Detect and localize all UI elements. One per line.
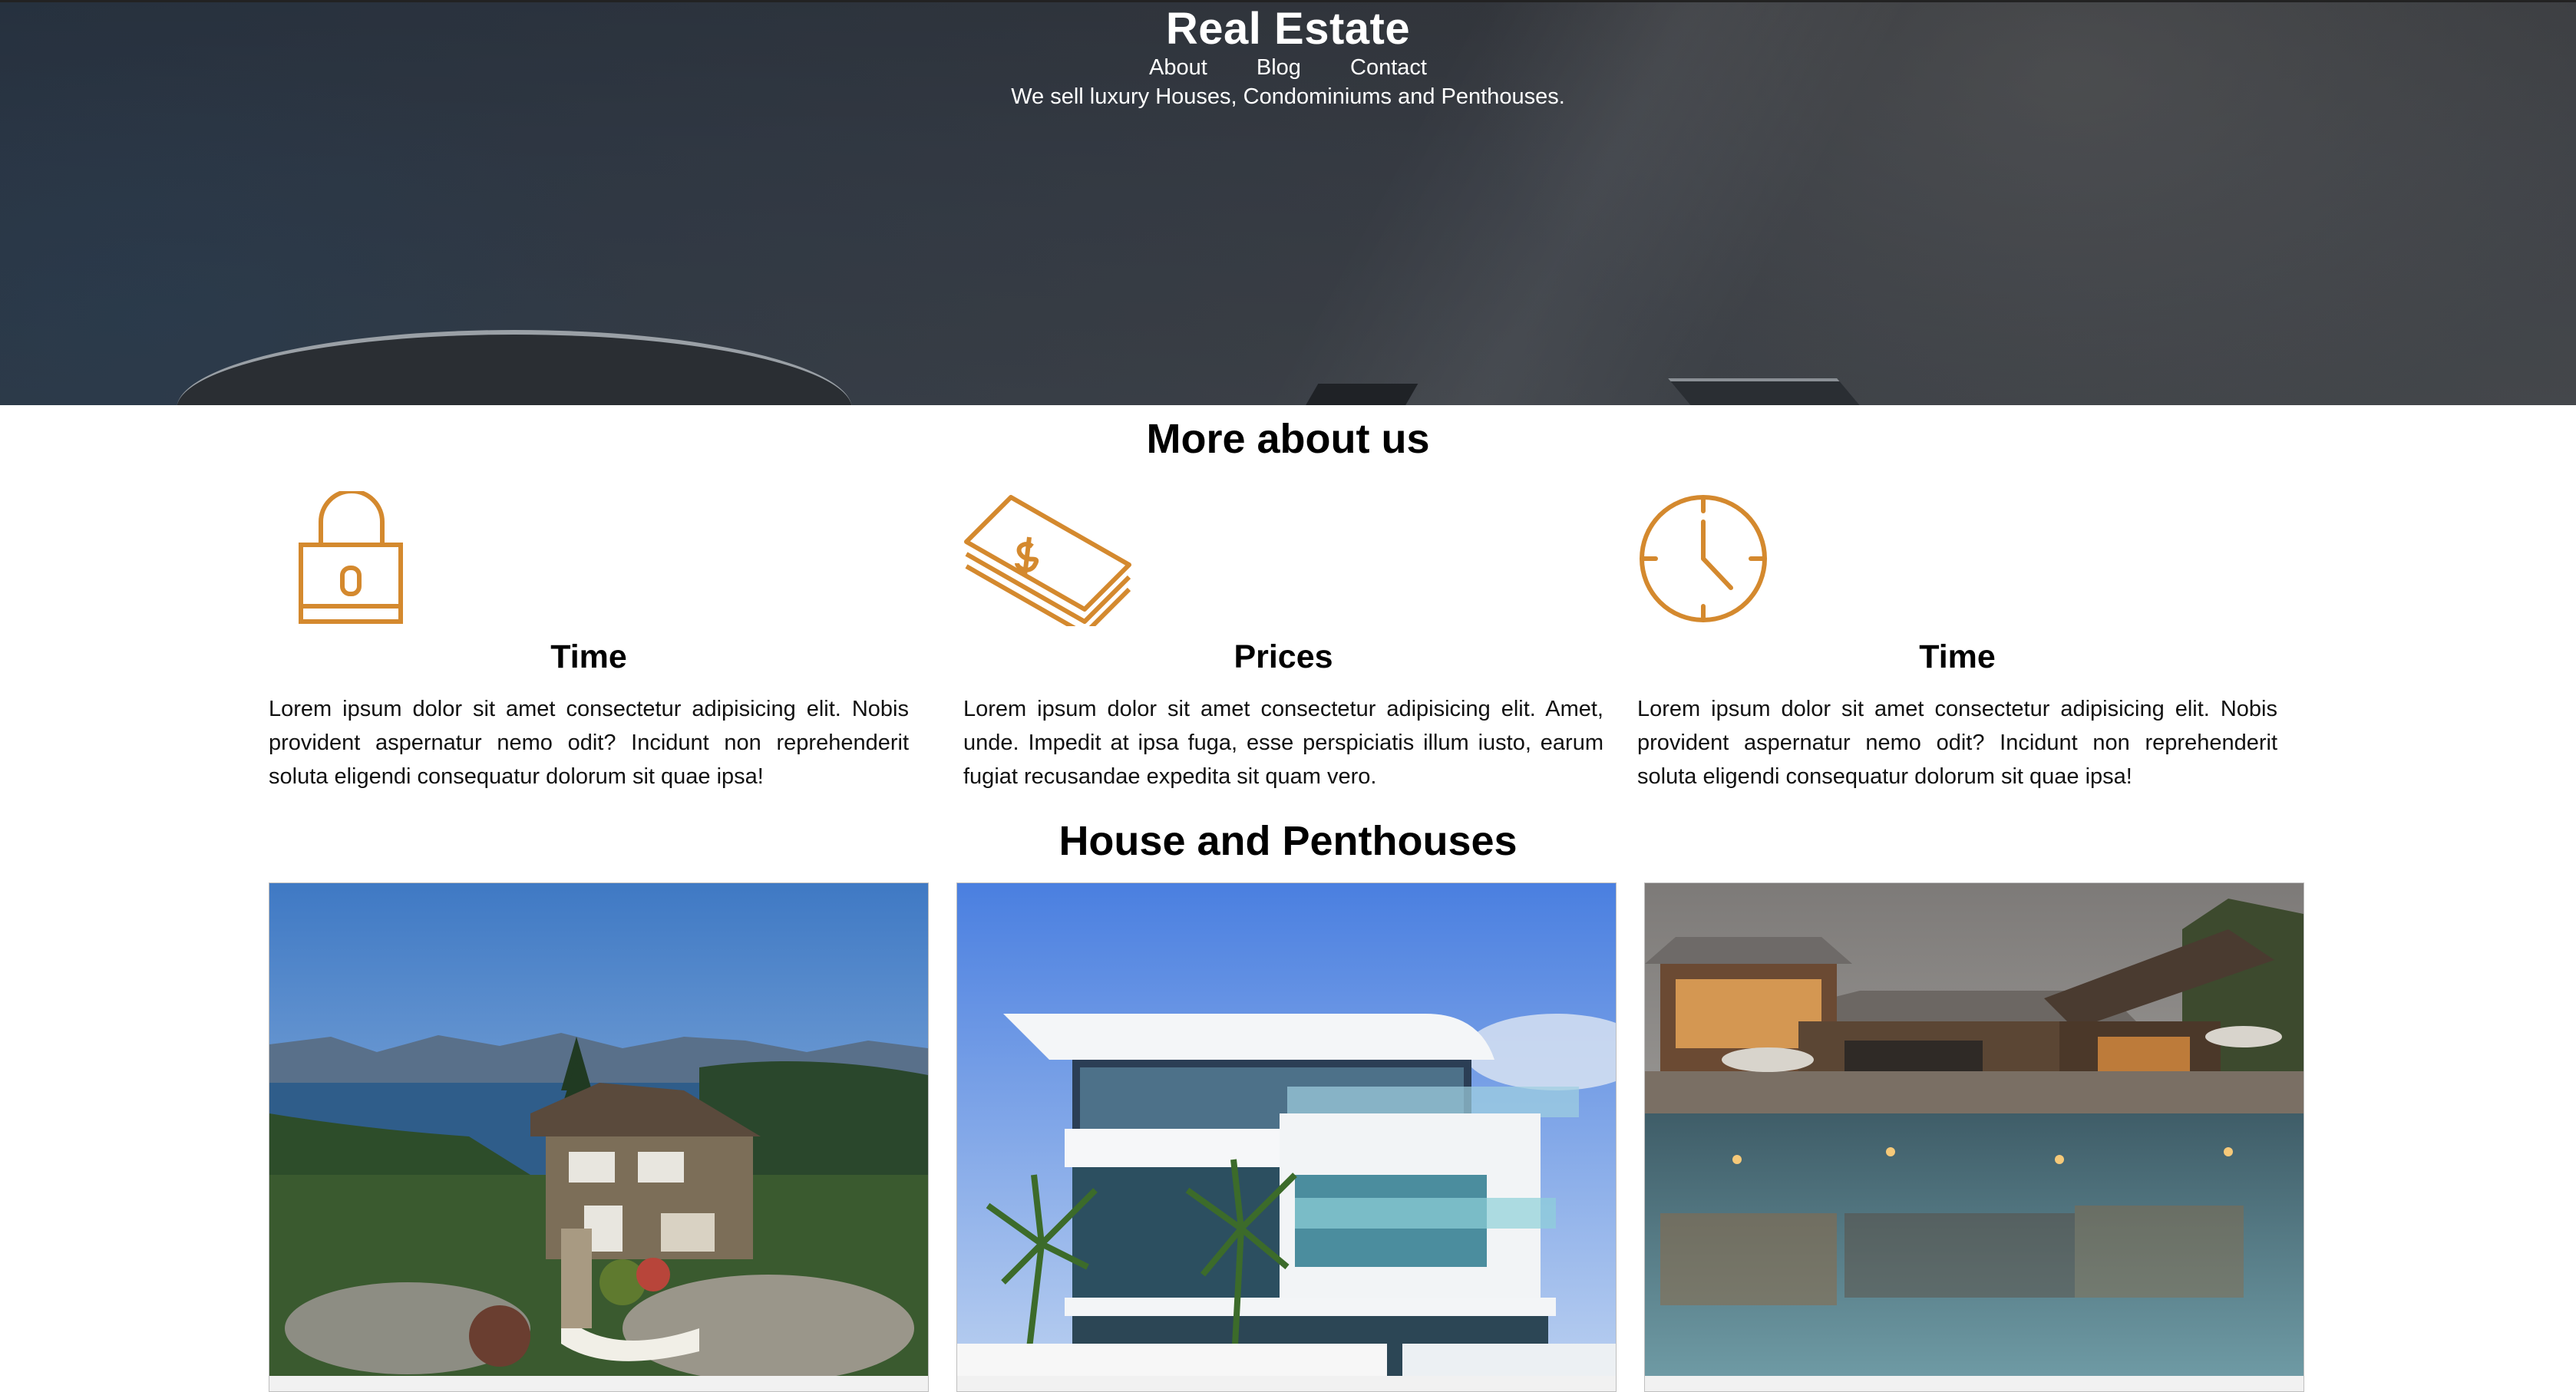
money-stack-icon bbox=[964, 495, 1131, 626]
feature-card-time: Time Lorem ipsum dolor sit amet consecte… bbox=[269, 491, 909, 798]
houses-section-title: House and Penthouses bbox=[1058, 818, 1518, 864]
main-nav: About Blog Contact bbox=[0, 55, 2576, 81]
modern-penthouse-photo bbox=[957, 883, 1616, 1376]
lakeside-house-photo bbox=[269, 883, 928, 1376]
house-card[interactable] bbox=[956, 882, 1617, 1392]
feature-card-time-2: Time Lorem ipsum dolor sit amet consecte… bbox=[1637, 491, 2277, 798]
about-section-title: More about us bbox=[1146, 416, 1430, 462]
hero-tagline: We sell luxury Houses, Condominiums and … bbox=[1011, 84, 1565, 109]
feature-title: Prices bbox=[1234, 638, 1333, 675]
clock-icon bbox=[1640, 495, 1767, 622]
hero-banner: Real Estate About Blog Contact We sell l… bbox=[0, 0, 2576, 405]
site-title[interactable]: Real Estate bbox=[0, 3, 2576, 54]
feature-card-prices: Prices Lorem ipsum dolor sit amet consec… bbox=[963, 491, 1603, 798]
feature-title: Time bbox=[1919, 638, 1996, 675]
house-card[interactable] bbox=[269, 882, 929, 1392]
feature-title: Time bbox=[550, 638, 627, 675]
feature-text: Lorem ipsum dolor sit amet consectetur a… bbox=[1637, 697, 2277, 789]
padlock-icon bbox=[299, 491, 403, 624]
pool-lodge-photo bbox=[1645, 883, 2304, 1376]
nav-link-contact[interactable]: Contact bbox=[1350, 55, 1427, 80]
feature-text: Lorem ipsum dolor sit amet consectetur a… bbox=[269, 697, 909, 789]
nav-link-about[interactable]: About bbox=[1149, 55, 1207, 80]
nav-link-blog[interactable]: Blog bbox=[1257, 55, 1301, 80]
house-card[interactable] bbox=[1644, 882, 2304, 1392]
feature-text: Lorem ipsum dolor sit amet consectetur a… bbox=[963, 697, 1603, 789]
